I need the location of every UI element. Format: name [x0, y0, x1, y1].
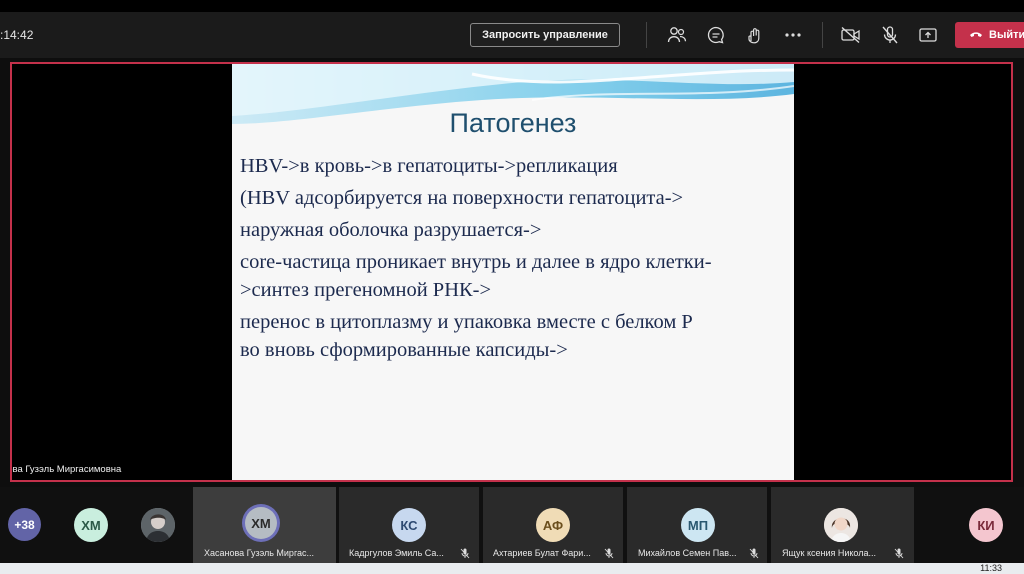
presenter-name-label: нова Гузэль Миргасимовна — [10, 464, 122, 475]
shared-screen-stage: Патогенез HBV->в кровь->в гепатоциты->ре… — [10, 62, 1013, 482]
participant-photo-avatar[interactable] — [141, 508, 175, 542]
participant-name: Михайлов Семен Пав... — [638, 548, 737, 558]
phone-hangup-icon — [969, 29, 983, 41]
slide-line: перенос в цитоплазму и упаковка вместе с… — [240, 311, 693, 333]
slide-line: (HBV адсорбируется на поверхности гепато… — [240, 187, 684, 209]
participant-tile[interactable]: АФ Ахтариев Булат Фари... — [483, 487, 623, 563]
participant-name: Хасанова Гузэль Миргас... — [204, 548, 315, 558]
leave-button[interactable]: Выйти — [955, 22, 1024, 48]
more-participants-badge[interactable]: +38 — [8, 508, 41, 541]
taskbar-clock: 11:33 — [980, 563, 1002, 573]
chat-icon[interactable] — [705, 24, 727, 46]
participant-avatar[interactable]: ХМ — [74, 508, 108, 542]
mic-muted-icon — [894, 548, 904, 559]
slide-body: HBV->в кровь->в гепатоциты->репликация (… — [240, 152, 790, 364]
participant-avatar[interactable]: КИ — [969, 508, 1003, 542]
leave-label: Выйти — [989, 29, 1024, 41]
window-top-strip — [0, 0, 1024, 12]
more-options-icon[interactable] — [782, 24, 804, 46]
camera-off-icon[interactable] — [840, 24, 862, 46]
participant-avatar: МП — [681, 508, 715, 542]
slide-line: >синтез прегеномной РНК-> — [240, 279, 492, 301]
participant-tile[interactable]: КС Кадргулов Эмиль Са... — [339, 487, 479, 563]
participant-photo-avatar — [824, 508, 858, 542]
participant-tile[interactable]: Ящук ксения Никола... — [771, 487, 914, 563]
mic-muted-icon — [460, 548, 470, 559]
participant-tile[interactable]: МП Михайлов Семен Пав... — [627, 487, 767, 563]
participant-avatar: КС — [392, 508, 426, 542]
share-screen-icon[interactable] — [917, 24, 939, 46]
mic-muted-icon — [749, 548, 759, 559]
reactions-icon[interactable] — [743, 24, 765, 46]
slide-line: core-частица проникает внутрь и далее в … — [240, 251, 712, 273]
presentation-slide: Патогенез HBV->в кровь->в гепатоциты->ре… — [232, 64, 794, 480]
participant-tile-active[interactable]: ХМ Хасанова Гузэль Миргас... — [193, 487, 336, 563]
slide-line: HBV->в кровь->в гепатоциты->репликация — [240, 155, 618, 177]
request-control-button[interactable]: Запросить управление — [470, 23, 620, 47]
participant-avatar: ХМ — [245, 507, 277, 539]
slide-line: во вновь сформированные капсиды-> — [240, 339, 568, 361]
slide-line: наружная оболочка разрушается-> — [240, 219, 542, 241]
participant-name: Кадргулов Эмиль Са... — [349, 548, 444, 558]
mic-muted-icon — [604, 548, 614, 559]
toolbar-divider — [646, 22, 647, 48]
slide-title: Патогенез — [449, 108, 577, 138]
toolbar-divider — [822, 22, 823, 48]
os-taskbar — [0, 563, 1024, 574]
participants-icon[interactable] — [666, 24, 688, 46]
meeting-timer: :14:42 — [0, 28, 34, 42]
participant-name: Ахтариев Булат Фари... — [493, 548, 591, 558]
mic-off-icon[interactable] — [879, 24, 901, 46]
participant-avatar: АФ — [536, 508, 570, 542]
participant-name: Ящук ксения Никола... — [782, 548, 876, 558]
